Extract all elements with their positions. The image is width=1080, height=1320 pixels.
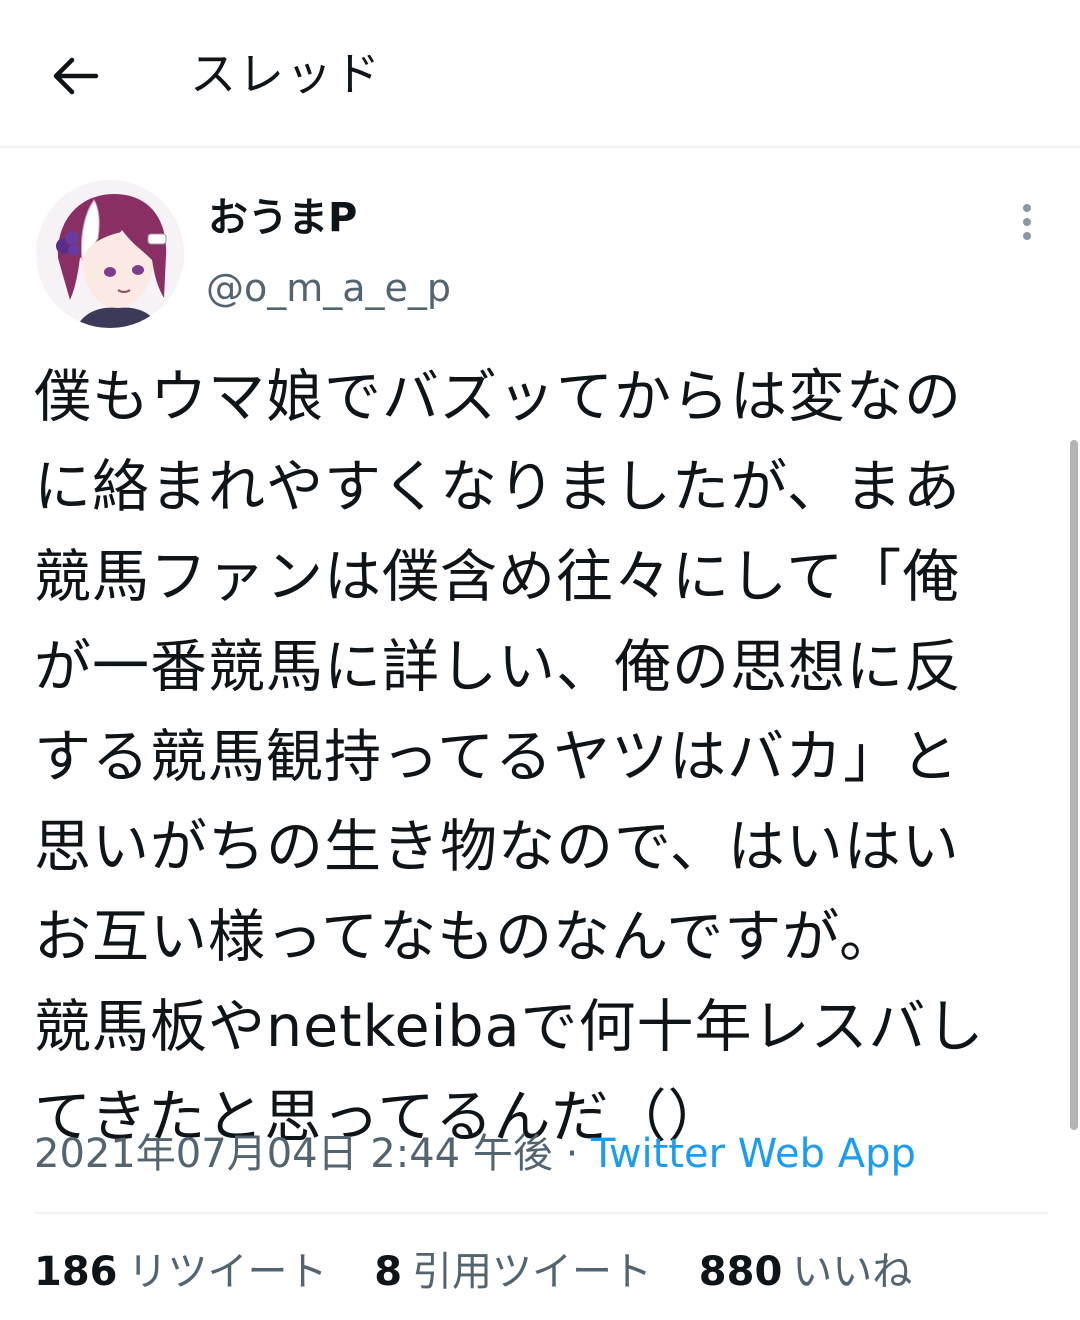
tweet-metadata: 2021年07月04日 2:44 午後 · Twitter Web App [34,1126,916,1182]
likes-stat[interactable]: 880 いいね [699,1244,913,1300]
page-title: スレッド [190,47,382,101]
tweet-text-line: お互い様ってなものなんですが。 [34,904,898,970]
retweets-count: 186 [34,1249,118,1295]
retweets-label: リツイート [127,1249,328,1295]
tweet-text-line: 競馬板やnetkeibaで何十年レスバし [34,994,985,1060]
meta-separator: · [565,1131,579,1177]
vertical-ellipsis-icon [1023,204,1031,240]
tweet-text-line: する競馬観持ってるヤツはバカ」と [34,724,960,790]
retweets-stat[interactable]: 186 リツイート [34,1244,328,1300]
scrollbar[interactable] [1070,440,1078,1130]
quotes-stat[interactable]: 8 引用ツイート [374,1244,652,1300]
likes-label: いいね [792,1249,913,1295]
author-name[interactable]: おうまP [208,190,357,246]
author-handle[interactable]: @o_m_a_e_p [206,262,451,314]
tweet-text-line: が一番競馬に詳しい、俺の思想に反 [34,634,962,700]
quotes-count: 8 [374,1249,403,1295]
quotes-label: 引用ツイート [412,1249,653,1295]
arrow-left-icon [53,57,99,95]
avatar-image [36,180,184,328]
tweet-text: 僕もウマ娘でバズッてからは変なの に絡まれやすくなりましたが、まあ 競馬ファンは… [34,352,1054,1162]
back-button[interactable] [46,52,102,100]
timestamp[interactable]: 2021年07月04日 2:44 午後 [34,1131,553,1177]
thread-header: スレッド [0,0,1080,148]
tweet-text-line: 競馬ファンは僕含め往々にして「俺 [34,544,961,610]
likes-count: 880 [698,1249,783,1295]
divider [34,1212,1048,1214]
tweet-text-line: 僕もウマ娘でバズッてからは変なの [34,364,962,430]
avatar[interactable] [36,180,184,328]
tweet-text-line: 思いがちの生き物なので、はいはい [34,814,960,880]
tweet-stats: 186 リツイート 8 引用ツイート 880 いいね [34,1244,946,1300]
more-options-button[interactable] [1010,200,1044,244]
tweet-text-line: に絡まれやすくなりましたが、まあ [34,454,961,520]
source-link[interactable]: Twitter Web App [591,1131,916,1177]
